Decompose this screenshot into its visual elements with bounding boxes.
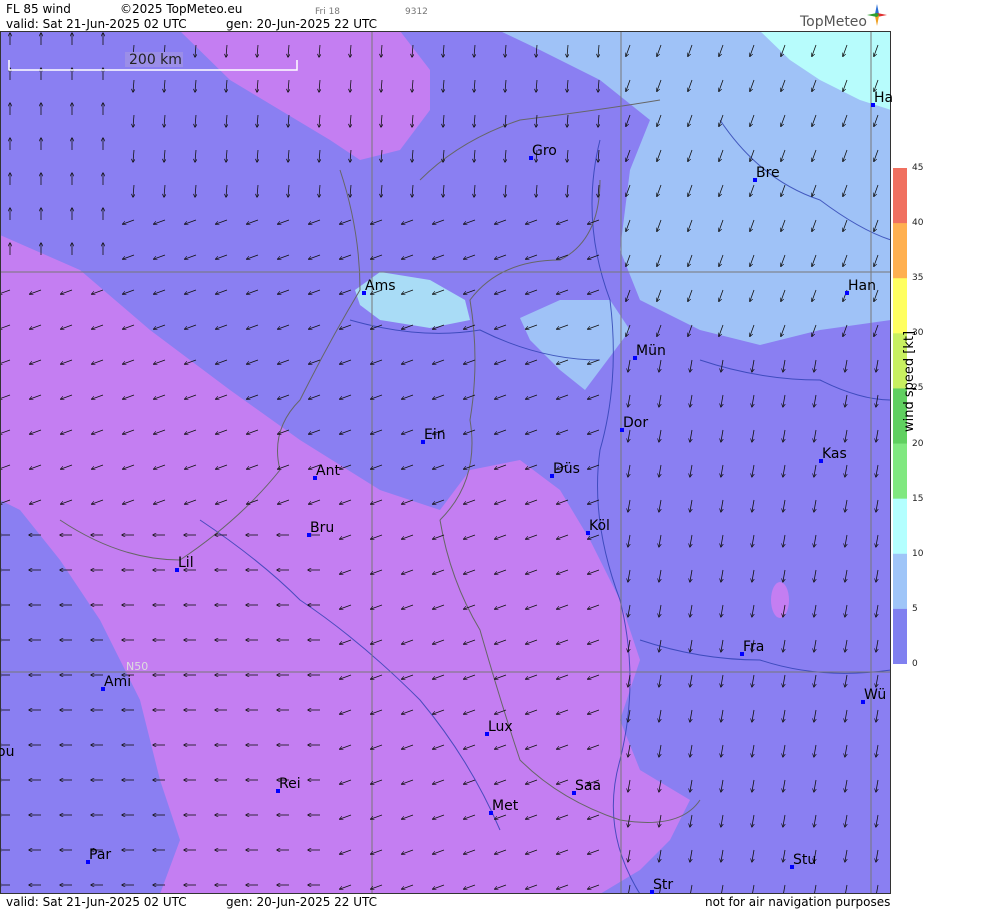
valid-time: valid: Sat 21-Jun-2025 02 UTC bbox=[6, 17, 187, 31]
wind-field-0kt-spot bbox=[771, 582, 789, 618]
latitude-label: N50 bbox=[126, 660, 149, 673]
city-label: Bre bbox=[756, 165, 780, 181]
city-label: Ams bbox=[365, 278, 396, 294]
legend-tick-label: 45 bbox=[912, 163, 924, 173]
legend-swatch bbox=[893, 498, 907, 555]
city-label: Ami bbox=[104, 674, 132, 690]
city-label: Lil bbox=[178, 555, 194, 571]
city-label: Met bbox=[492, 798, 519, 814]
city-label: Rei bbox=[279, 776, 301, 792]
legend-swatch bbox=[893, 553, 907, 610]
legend-swatch bbox=[893, 168, 907, 224]
city-label: Gro bbox=[532, 143, 557, 159]
city-label: Par bbox=[89, 847, 112, 863]
city-label: Ant bbox=[316, 463, 340, 479]
scale-bar-label: 200 km bbox=[129, 52, 182, 68]
legend-swatch bbox=[893, 443, 907, 500]
city-label: Stu bbox=[793, 852, 817, 868]
footer-gen-time: gen: 20-Jun-2025 22 UTC bbox=[226, 895, 378, 909]
city-label: Köl bbox=[589, 518, 610, 534]
product-title: FL 85 wind bbox=[6, 2, 71, 16]
legend-tick-label: 5 bbox=[912, 603, 918, 614]
city-label: Düs bbox=[553, 461, 580, 477]
city-label: Ein bbox=[424, 427, 446, 443]
legend-tick-label: 0 bbox=[912, 659, 918, 669]
legend-swatch bbox=[893, 223, 907, 279]
legend-tick-label: 40 bbox=[912, 218, 924, 229]
compass-logo-icon bbox=[867, 4, 887, 26]
legend-tick-label: 35 bbox=[912, 273, 924, 284]
city-label: Ha bbox=[874, 90, 894, 106]
legend-tick-label: 20 bbox=[912, 438, 924, 449]
legend-swatch bbox=[893, 608, 907, 665]
city-label: Fra bbox=[743, 639, 765, 655]
gen-time: gen: 20-Jun-2025 22 UTC bbox=[226, 17, 378, 31]
copyright-text: ©2025 TopMeteo.eu bbox=[120, 2, 243, 16]
city-label: Bru bbox=[310, 520, 335, 536]
city-label: ou bbox=[0, 744, 15, 760]
topmeteo-logo[interactable]: TopMeteo bbox=[800, 14, 867, 30]
code-info: 9312 bbox=[405, 7, 428, 17]
city-label: Wü bbox=[864, 687, 887, 703]
city-label: Lux bbox=[488, 719, 513, 735]
city-label: Saa bbox=[575, 778, 602, 794]
city-label: Han bbox=[848, 278, 876, 294]
disclaimer: not for air navigation purposes bbox=[705, 895, 891, 909]
city-label: Str bbox=[653, 877, 674, 893]
city-label: Mün bbox=[636, 343, 666, 359]
legend-tick-label: 10 bbox=[912, 548, 924, 559]
city-label: Kas bbox=[822, 446, 847, 462]
legend-swatch bbox=[893, 278, 907, 334]
legend-title: wind speed [kt] bbox=[902, 330, 917, 432]
footer-valid-time: valid: Sat 21-Jun-2025 02 UTC bbox=[6, 895, 187, 909]
city-label: Dor bbox=[623, 415, 649, 431]
legend-tick-label: 15 bbox=[912, 493, 924, 504]
